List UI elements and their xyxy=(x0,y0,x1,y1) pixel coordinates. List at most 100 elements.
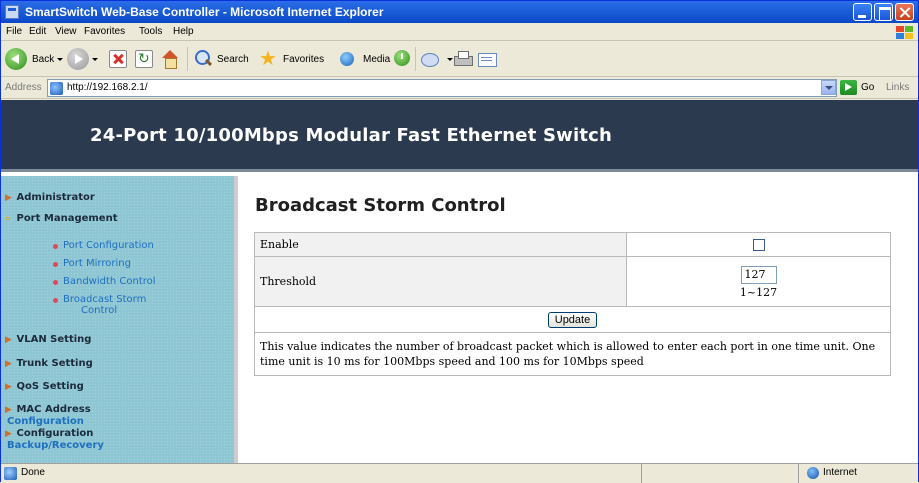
print-button[interactable] xyxy=(453,47,477,71)
refresh-icon xyxy=(135,50,153,68)
go-button[interactable]: Go xyxy=(840,80,874,95)
address-dropdown-button[interactable] xyxy=(821,80,836,95)
chevron-right-icon: ▶ xyxy=(5,429,12,439)
browser-window: SmartSwitch Web-Base Controller - Micros… xyxy=(0,0,919,483)
title-bar: SmartSwitch Web-Base Controller - Micros… xyxy=(1,1,918,23)
menu-tools[interactable]: Tools xyxy=(139,26,162,37)
enable-cell xyxy=(626,232,891,257)
sidebar-subitem-port-configuration[interactable]: Port Configuration xyxy=(53,240,154,251)
edit-icon xyxy=(477,49,497,69)
menu-help[interactable]: Help xyxy=(173,26,194,37)
maximize-button[interactable] xyxy=(874,3,893,21)
chevron-right-icon: ▶ xyxy=(5,405,12,415)
menu-favorites[interactable]: Favorites xyxy=(84,26,125,37)
zone-label: Internet xyxy=(823,467,857,478)
sidebar-link-mac-configuration[interactable]: Configuration xyxy=(7,416,84,427)
chevron-right-icon: ▶ xyxy=(5,382,12,392)
sidebar-link-backup-recovery[interactable]: Backup/Recovery xyxy=(7,440,104,451)
update-button[interactable]: Update xyxy=(547,311,598,328)
chevron-right-icon: ▶ xyxy=(5,193,12,203)
forward-icon xyxy=(67,48,89,70)
threshold-input[interactable]: 127 xyxy=(740,266,777,284)
sidebar-item-label: QoS Setting xyxy=(16,381,84,392)
history-icon xyxy=(393,49,413,69)
sidebar-item-mac-address[interactable]: ▶ MAC Address xyxy=(5,404,91,415)
forward-button[interactable] xyxy=(67,47,98,71)
threshold-cell: 127 1~127 xyxy=(626,256,891,307)
search-icon xyxy=(193,49,213,69)
enable-label: Enable xyxy=(254,232,627,257)
sidebar-item-qos-setting[interactable]: ▶ QoS Setting xyxy=(5,381,84,392)
banner-title: 24-Port 10/100Mbps Modular Fast Ethernet… xyxy=(90,125,613,146)
address-input[interactable]: http://192.168.2.1/ xyxy=(47,79,837,97)
print-icon xyxy=(453,49,473,69)
sidebar-item-port-management[interactable]: » Port Management xyxy=(5,213,118,224)
links-button[interactable]: Links xyxy=(886,82,909,93)
settings-table: Enable Threshold 127 1~127 Update This v… xyxy=(254,232,891,376)
go-icon xyxy=(840,80,857,95)
media-label: Media xyxy=(363,53,391,65)
bullet-icon xyxy=(53,280,58,285)
sidebar-item-label: MAC Address xyxy=(16,404,91,415)
stop-button[interactable] xyxy=(109,47,127,71)
toolbar: Back Search ★ Favorites Media xyxy=(1,41,918,77)
history-button[interactable] xyxy=(393,47,417,71)
sidebar-subitem-port-mirroring[interactable]: Port Mirroring xyxy=(53,258,131,269)
stop-icon xyxy=(109,50,127,68)
minimize-button[interactable] xyxy=(853,3,872,21)
mail-button[interactable] xyxy=(420,47,453,71)
sidebar-item-administrator[interactable]: ▶ Administrator xyxy=(5,192,95,203)
window-title: SmartSwitch Web-Base Controller - Micros… xyxy=(25,5,384,19)
chevron-right-icon: ▶ xyxy=(5,359,12,369)
subitem-label: Port Configuration xyxy=(63,240,154,251)
back-button[interactable]: Back xyxy=(5,47,64,71)
sidebar-subitem-broadcast-storm-control[interactable]: Broadcast Storm Control xyxy=(53,294,147,316)
sidebar-item-label: Administrator xyxy=(16,192,95,203)
page-icon xyxy=(4,467,17,480)
home-button[interactable] xyxy=(161,47,179,71)
sidebar-item-label: Trunk Setting xyxy=(16,358,93,369)
menu-view[interactable]: View xyxy=(55,26,77,37)
search-button[interactable]: Search xyxy=(193,47,249,71)
description-text: This value indicates the number of broad… xyxy=(254,332,891,376)
threshold-range: 1~127 xyxy=(739,286,778,299)
favorites-button[interactable]: ★ Favorites xyxy=(259,47,324,71)
table-row: Threshold 127 1~127 xyxy=(254,256,891,307)
media-button[interactable]: Media xyxy=(339,47,390,71)
close-button[interactable] xyxy=(895,3,914,21)
page-icon xyxy=(50,82,63,95)
window-icon xyxy=(5,5,19,19)
subitem-label: Bandwidth Control xyxy=(63,276,156,287)
sidebar-subitem-bandwidth-control[interactable]: Bandwidth Control xyxy=(53,276,156,287)
toolbar-separator xyxy=(415,47,416,71)
address-label: Address xyxy=(5,82,42,93)
table-row: Update xyxy=(254,306,891,333)
sidebar: ▶ Administrator » Port Management Port C… xyxy=(1,176,238,463)
edit-button[interactable] xyxy=(477,47,501,71)
security-zone: Internet xyxy=(798,464,918,483)
status-text: Done xyxy=(21,467,45,478)
favorites-icon: ★ xyxy=(259,48,277,70)
page-viewport: 24-Port 10/100Mbps Modular Fast Ethernet… xyxy=(1,100,918,463)
refresh-button[interactable] xyxy=(135,47,153,71)
bullet-icon xyxy=(53,298,58,303)
sidebar-item-trunk-setting[interactable]: ▶ Trunk Setting xyxy=(5,358,93,369)
menu-bar: File Edit View Favorites Tools Help xyxy=(1,23,918,41)
home-icon xyxy=(161,50,179,69)
address-bar: Address http://192.168.2.1/ Go Links xyxy=(1,78,918,99)
sidebar-item-label: VLAN Setting xyxy=(16,334,92,345)
sidebar-item-vlan-setting[interactable]: ▶ VLAN Setting xyxy=(5,334,91,345)
menu-file[interactable]: File xyxy=(6,26,22,37)
menu-edit[interactable]: Edit xyxy=(29,26,46,37)
enable-checkbox[interactable] xyxy=(752,239,765,251)
subitem-label: Port Mirroring xyxy=(63,258,131,269)
back-icon xyxy=(5,48,27,70)
chevron-down-icon xyxy=(92,57,98,61)
main-content: Broadcast Storm Control Enable Threshold… xyxy=(242,176,918,463)
table-row: Enable xyxy=(254,232,891,257)
sidebar-item-configuration[interactable]: ▶ Configuration xyxy=(5,428,93,439)
status-divider xyxy=(641,464,642,483)
bullet-icon xyxy=(53,262,58,267)
threshold-label: Threshold xyxy=(254,256,627,307)
subitem-label: Broadcast Storm xyxy=(63,294,147,305)
